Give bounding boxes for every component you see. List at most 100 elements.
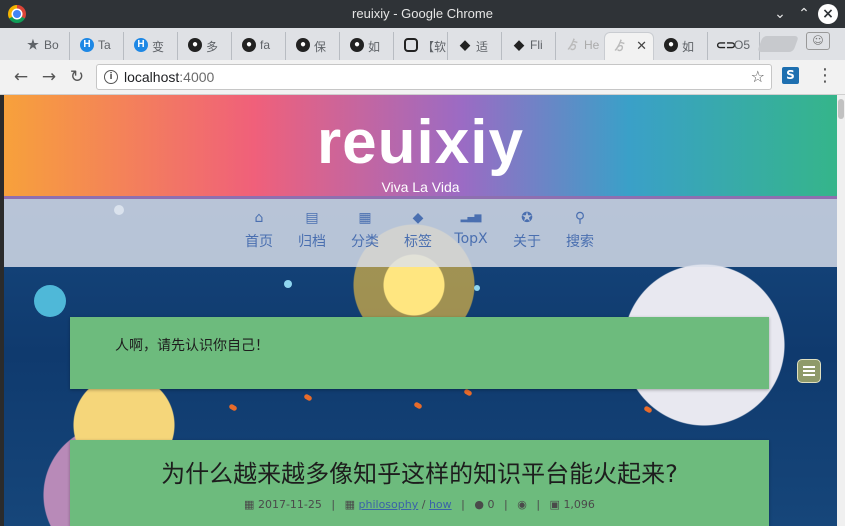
close-window-icon[interactable]: × [818, 4, 838, 24]
tab-13[interactable]: ⊂⊃ O5 [708, 32, 760, 60]
post-title[interactable]: 为什么越来越多像知乎这样的知识平台能火起来? [70, 454, 769, 489]
github-icon: ● [242, 38, 256, 52]
page-viewport: reuixiy Viva La Vida ⌂ 首页 ▤ 归档 ▦ 分类 ◆ 标签 ▂▄▆… [4, 95, 837, 526]
h-icon: H [80, 38, 94, 52]
forward-arrow-icon[interactable]: → [38, 66, 60, 88]
tab-active[interactable]: ゟ ✕ [604, 32, 654, 60]
tab-strip: ★ Bo H Ta H变 ● 多 ● fa ● 保 ● 如 【软 ◆ 适 ◆ Fli ゟ He ゟ… [0, 28, 845, 60]
post-category-link[interactable]: philosophy [359, 498, 419, 511]
tab-5[interactable]: ● 保 [288, 32, 340, 60]
logo-icon: ゟ [566, 38, 579, 52]
tab-0[interactable]: ★ Bo [18, 32, 70, 60]
asteroid-decoration [413, 401, 423, 410]
meta-separator: | [461, 498, 465, 511]
tab-1[interactable]: H Ta [72, 32, 124, 60]
planet-decoration [34, 285, 66, 317]
star-decoration [474, 285, 480, 291]
nav-categories[interactable]: ▦ 分类 [342, 209, 388, 251]
post-word-count: 1,096 [563, 498, 595, 511]
menu-line [803, 370, 815, 372]
word-count-icon: ▣ [549, 498, 560, 511]
url-port: :4000 [179, 69, 215, 85]
tag-icon: ◆ [412, 210, 424, 226]
diamond-icon: ◆ [460, 37, 470, 52]
github-icon: ● [296, 38, 310, 52]
post-comments: 0 [487, 498, 495, 511]
nav-home[interactable]: ⌂ 首页 [236, 209, 282, 251]
square-icon [404, 38, 418, 52]
eye-icon: ◉ [517, 498, 527, 511]
quote-text: 人啊，请先认识你自己！ [115, 338, 269, 354]
site-header: reuixiy Viva La Vida [4, 95, 837, 199]
tab-2[interactable]: H变 [126, 32, 178, 60]
window-title-bar: reuixiy - Google Chrome ⌄ ⌃ × [0, 0, 845, 28]
minimize-icon[interactable]: ⌄ [770, 4, 790, 24]
logo-icon: ゟ [613, 39, 626, 53]
tab-7[interactable]: 【软 [396, 32, 448, 60]
address-bar[interactable]: i localhost:4000 ☆ [96, 64, 772, 90]
url-host: localhost [124, 69, 180, 85]
nav-about[interactable]: ✪ 关于 [504, 209, 550, 251]
grid-icon: ▦ [358, 210, 372, 226]
asteroid-decoration [303, 393, 313, 402]
tab-10[interactable]: ゟ He [558, 32, 610, 60]
post-date: 2017-11-25 [257, 498, 322, 511]
tab-4[interactable]: ● fa [234, 32, 286, 60]
site-subtitle: Viva La Vida [381, 179, 460, 195]
url-text[interactable]: localhost:4000 [124, 69, 214, 85]
home-icon: ⌂ [254, 210, 264, 226]
back-arrow-icon[interactable]: ← [10, 66, 32, 88]
post-subcategory-link[interactable]: how [429, 498, 452, 511]
site-title[interactable]: reuixiy [4, 107, 837, 178]
tab-9[interactable]: ◆ Fli [504, 32, 556, 60]
star-icon: ★ [27, 37, 39, 52]
site-nav: ⌂ 首页 ▤ 归档 ▦ 分类 ◆ 标签 ▂▄▆ TopX ✪ 关于 ⚲ 搜索 [4, 199, 837, 267]
nav-archive[interactable]: ▤ 归档 [289, 209, 335, 251]
tab-6[interactable]: ● 如 [342, 32, 394, 60]
new-tab-button[interactable] [757, 36, 799, 52]
meta-separator: | [536, 498, 541, 511]
close-tab-icon[interactable]: ✕ [636, 38, 647, 54]
bar-chart-icon: ▂▄▆ [460, 213, 482, 223]
browser-menu-icon[interactable]: ⋮ [816, 65, 834, 86]
tab-12[interactable]: ● 如 [656, 32, 708, 60]
diamond-icon: ◆ [514, 37, 524, 52]
star-decoration [284, 280, 292, 288]
link-icon: ⊂⊃ [716, 38, 737, 52]
post-meta: ▦ 2017-11-25 | ▦ philosophy / how | ● 0 … [244, 498, 595, 511]
menu-line [803, 366, 815, 368]
nav-topx[interactable]: ▂▄▆ TopX [448, 209, 494, 247]
profile-icon[interactable]: ☺ [806, 32, 830, 50]
github-icon: ● [188, 38, 202, 52]
archive-icon: ▤ [305, 210, 319, 226]
asteroid-decoration [463, 388, 473, 397]
meta-separator: | [331, 498, 336, 511]
github-icon: ● [350, 38, 364, 52]
h-icon: H [134, 38, 148, 52]
side-menu-button[interactable] [797, 359, 821, 383]
asteroid-decoration [228, 403, 238, 412]
meta-separator: | [503, 498, 508, 511]
post-card: 为什么越来越多像知乎这样的知识平台能火起来? ▦ 2017-11-25 | ▦ … [70, 440, 769, 526]
scrollbar-thumb[interactable] [838, 99, 844, 119]
search-icon: ⚲ [574, 210, 586, 226]
maximize-icon[interactable]: ⌃ [794, 4, 814, 24]
category-icon: ▦ [344, 498, 356, 511]
tab-3[interactable]: ● 多 [180, 32, 232, 60]
tab-8[interactable]: ◆ 适 [450, 32, 502, 60]
github-icon: ● [664, 38, 678, 52]
window-title: reuixiy - Google Chrome [352, 6, 493, 21]
bookmark-star-icon[interactable]: ☆ [751, 67, 765, 86]
calendar-icon: ▦ [244, 498, 255, 511]
nav-search[interactable]: ⚲ 搜索 [557, 209, 603, 251]
reload-icon[interactable]: ↻ [66, 66, 88, 88]
asteroid-decoration [643, 405, 653, 414]
menu-line [803, 374, 815, 376]
about-icon: ✪ [521, 210, 533, 226]
quote-card: 人啊，请先认识你自己！ [70, 317, 769, 389]
info-icon[interactable]: i [104, 70, 118, 84]
nav-tags[interactable]: ◆ 标签 [395, 209, 441, 251]
page-scrollbar[interactable] [837, 95, 845, 526]
comment-icon: ● [474, 498, 484, 511]
extension-icon[interactable]: S [782, 67, 799, 84]
